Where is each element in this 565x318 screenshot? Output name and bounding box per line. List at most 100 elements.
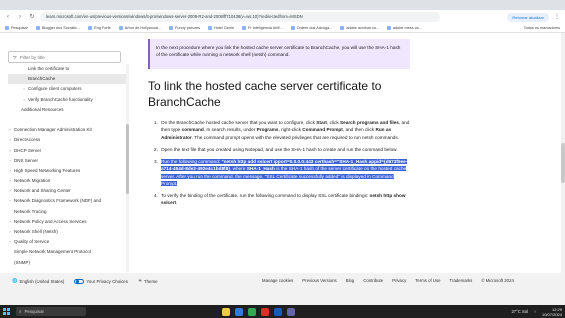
chevron-right-icon: ›	[9, 229, 11, 234]
edge-icon[interactable]	[235, 307, 243, 316]
footer-link[interactable]: Terms of Use	[415, 278, 440, 283]
toc-item[interactable]: › Network Shell (Netsh)	[8, 227, 126, 237]
language-label: English (United States)	[19, 278, 65, 284]
toc-item[interactable]: › Network Migration	[8, 176, 126, 186]
reload-icon[interactable]: ↻	[28, 13, 36, 21]
toc-item[interactable]: › Quality of Service	[8, 237, 126, 247]
toc-item-label: Network and Sharing Center	[14, 188, 71, 194]
section-heading: To link the hosted cache server certific…	[148, 79, 382, 109]
app-icon[interactable]	[261, 307, 269, 316]
toc-item-label: (SNMP)	[14, 259, 30, 265]
step-4: 4. To verify the binding of the certifica…	[154, 192, 410, 207]
teams-icon[interactable]	[287, 307, 295, 316]
footer-link[interactable]: Contribute	[363, 278, 383, 283]
footer-link[interactable]: Trademarks	[450, 278, 473, 283]
chevron-right-icon: ›	[9, 198, 11, 204]
toc-item[interactable]: Network Tracing	[8, 207, 126, 217]
step-text: To verify the binding of the certificate…	[161, 193, 370, 199]
footer-link[interactable]: Manage cookies	[262, 278, 293, 283]
toc-item[interactable]: › Network and Sharing Center	[8, 186, 126, 196]
bookmark-favicon-icon	[88, 26, 93, 30]
step-text: Open the text file that you created usin…	[161, 146, 398, 152]
toc-item[interactable]: BranchCache	[8, 74, 126, 85]
theme-label: Theme	[143, 278, 158, 284]
toc-item-label: Simple Network Management Protocol	[14, 249, 91, 255]
windows-start-icon[interactable]	[3, 308, 10, 315]
selected-text: , where	[230, 166, 247, 172]
toc-item[interactable]: › Verify BranchCache functionality	[8, 95, 126, 105]
back-icon[interactable]: ‹	[4, 13, 12, 21]
bookmark-item[interactable]: Eng Forte	[88, 26, 111, 30]
footer-link[interactable]: Blog	[346, 278, 355, 283]
toc-item-label: Connection Manager Administration Kit	[14, 127, 92, 133]
forward-icon[interactable]: ›	[16, 13, 24, 21]
toc-item[interactable]: › High Speed Networking Features	[8, 166, 126, 176]
article: In the next procedure where you link the…	[148, 33, 418, 273]
address-bar[interactable]: learn.microsoft.com/en-us/previous-versi…	[40, 12, 440, 22]
filter-input[interactable]: ⛛ Filter by title	[8, 51, 121, 63]
bookmark-item[interactable]: Ordem dos Advoga...	[290, 26, 332, 30]
toc-item[interactable]: › Connection Manager Administration Kit	[8, 125, 126, 135]
clock[interactable]: 12:29 10/07/2024	[542, 307, 562, 317]
bookmark-item[interactable]: Blogger dos Socrátic...	[35, 26, 81, 30]
step-text: . In search results, under	[203, 127, 257, 133]
bookmark-label: Hotel Genie	[214, 26, 235, 30]
selected-strong: SHA-1_Hash	[246, 166, 275, 172]
chrome-icon[interactable]	[248, 307, 256, 316]
filter-placeholder: Filter by title	[19, 54, 45, 60]
toc-item[interactable]: Additional Resources	[8, 105, 126, 115]
bookmark-label: Blogger dos Socrátic...	[41, 26, 81, 30]
toc-item-label: Network Shell (Netsh)	[14, 229, 58, 234]
toc-sidebar: ⛛ Filter by title Link the certificate t…	[0, 33, 130, 273]
step-strong: Search programs and files	[340, 120, 399, 125]
toc-item[interactable]: Link the certificate to	[8, 64, 126, 74]
toc-item-label: Configure client computers	[28, 86, 82, 92]
toc-item[interactable]: › DirectAccess	[8, 135, 126, 145]
bookmark-item[interactable]: Pesquisar	[5, 26, 28, 30]
word-icon[interactable]	[274, 307, 282, 316]
toc-item[interactable]: › Configure client computers	[8, 84, 126, 94]
footer-links: Manage cookies Previous Versions Blog Contr…	[262, 278, 514, 283]
bookmark-item[interactable]: adobe acrobat ca...	[340, 26, 379, 30]
toc-item-label: Verify BranchCache functionality	[28, 96, 93, 102]
step-number: 2.	[154, 146, 158, 152]
all-bookmarks-link[interactable]: Todos os marcadores	[524, 26, 560, 30]
toc-item[interactable]: › DHCP Server	[8, 146, 126, 156]
step-text: On the BranchCache hosted cache server t…	[161, 120, 317, 125]
page-scrollbar-thumb[interactable]	[561, 143, 565, 183]
procedure-steps: 1. On the BranchCache hosted cache server…	[154, 119, 410, 211]
toc-item[interactable]: › Network Diagnostics Framework (NDF) and	[8, 196, 126, 206]
step-2: 2. Open the text file that you created us…	[154, 146, 410, 153]
toc-item[interactable]: Simple Network Management Protocol	[8, 247, 126, 257]
taskbar-search[interactable]: ⌕ Pesquisar	[16, 307, 86, 316]
language-selector[interactable]: 🌐 English (United States)	[12, 278, 64, 284]
windows-taskbar: ⌕ Pesquisar 27°C Sol ⌔ 12:29 10/07/2024	[0, 305, 565, 318]
toc-scrollbar-thumb[interactable]	[126, 124, 129, 194]
privacy-choices-link[interactable]: Your Privacy Choices	[74, 278, 128, 284]
toc-item[interactable]: › Network Policy and Access Services	[8, 217, 126, 227]
page-scrollbar[interactable]	[561, 33, 565, 273]
profile-pill[interactable]: Retomar atualizar	[507, 12, 549, 22]
bookmark-label: adobe acrobat ca...	[346, 26, 379, 30]
footer-link[interactable]: Privacy	[392, 278, 406, 283]
toc-item[interactable]: (SNMP)	[8, 258, 126, 268]
bookmark-item[interactable]: adobe mess ca...	[386, 26, 422, 30]
bookmark-item[interactable]: Hotel Genie	[208, 26, 234, 30]
toc-item-label: DirectAccess	[14, 137, 41, 143]
bookmark-item[interactable]: Fr Inteligência Artif...	[242, 26, 283, 30]
weather-widget[interactable]: 27°C Sol	[511, 309, 528, 314]
bookmark-item[interactable]: Funny pictures	[169, 26, 200, 30]
bookmark-label: Eng Forte	[94, 26, 111, 30]
toc-scrollbar[interactable]	[126, 64, 129, 272]
file-explorer-icon[interactable]	[222, 307, 230, 316]
toc-item-label: Quality of Service	[14, 239, 50, 245]
bookmark-favicon-icon	[386, 26, 391, 30]
wifi-icon[interactable]: ⌔	[533, 309, 537, 315]
toc-item[interactable]: › DNS Server	[8, 156, 126, 166]
bookmark-item[interactable]: Arbor de Hollywood...	[118, 26, 161, 30]
footer-link: © Microsoft 2024	[481, 278, 514, 283]
menu-icon[interactable]: ⋮	[553, 13, 561, 21]
footer-link[interactable]: Previous Versions	[302, 278, 336, 283]
theme-button[interactable]: ☀ Theme	[138, 278, 158, 284]
toc-item-label: Network Diagnostics Framework (NDF) and	[14, 198, 102, 204]
